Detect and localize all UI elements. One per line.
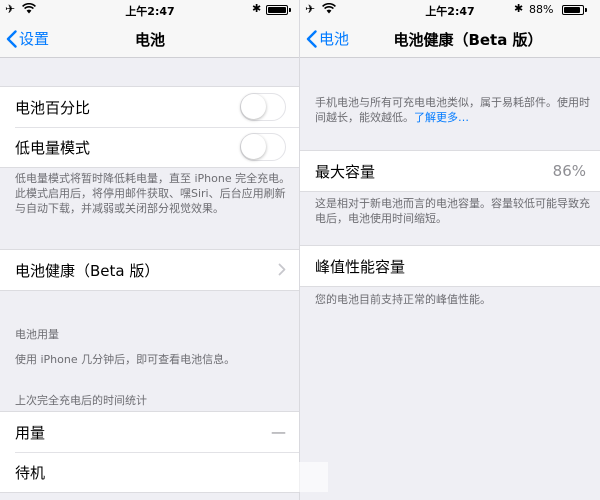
low-power-mode-toggle[interactable]: [240, 133, 286, 161]
battery-settings-screen: ✈ 上午2:47 ✱ 设置 电池 电池百分比 低电量模式 低电量模式将暂时降低耗…: [0, 0, 300, 500]
peak-performance-row: 峰值性能容量: [300, 246, 600, 286]
low-power-mode-row: 低电量模式: [0, 127, 300, 167]
navigation-bar: 电池 电池健康（Beta 版）: [300, 20, 600, 58]
bluetooth-icon: ✱: [252, 2, 262, 15]
max-capacity-row: 最大容量 86%: [300, 151, 600, 191]
usage-row: 用量 —: [0, 412, 300, 452]
max-capacity-group: 最大容量 86%: [300, 150, 600, 192]
battery-health-row[interactable]: 电池健康（Beta 版）: [0, 250, 300, 290]
watermark-overlay: [258, 462, 328, 492]
battery-health-group: 电池健康（Beta 版）: [0, 249, 300, 291]
battery-percentage: 88%: [529, 3, 554, 16]
peak-performance-label: 峰值性能容量: [315, 257, 406, 276]
toggle-knob: [241, 94, 266, 119]
status-bar: ✈ 上午2:47 ✱ 88%: [300, 0, 600, 20]
battery-icon: [266, 5, 291, 15]
peak-performance-description: 您的电池目前支持正常的峰值性能。: [315, 293, 491, 306]
chevron-left-icon: [306, 29, 317, 48]
battery-icon: [562, 5, 587, 15]
toggle-knob: [241, 134, 266, 159]
battery-health-intro: 手机电池与所有可充电电池类似，属于易耗部件。使用时间越长，能效越低。了解更多…: [315, 95, 591, 125]
peak-performance-group: 峰值性能容量: [300, 245, 600, 287]
battery-health-screen: ✈ 上午2:47 ✱ 88% 电池 电池健康（Beta 版） 手机电池与所有可充…: [300, 0, 600, 500]
since-charge-header: 上次完全充电后的时间统计: [15, 394, 147, 407]
usage-label: 用量: [15, 423, 46, 442]
status-time: 上午2:47: [425, 5, 475, 18]
standby-row: 待机: [0, 452, 300, 492]
usage-value: —: [271, 423, 286, 441]
bluetooth-icon: ✱: [514, 2, 524, 15]
page-title: 电池: [134, 31, 165, 49]
navigation-bar: 设置 电池: [0, 20, 300, 58]
page-title: 电池健康（Beta 版）: [393, 31, 543, 49]
battery-usage-header: 电池用量: [15, 328, 59, 341]
battery-usage-note: 使用 iPhone 几分钟后，即可查看电池信息。: [15, 353, 236, 366]
toggle-group: 电池百分比 低电量模式: [0, 86, 300, 168]
battery-percentage-row: 电池百分比: [0, 87, 300, 127]
status-bar: ✈ 上午2:47 ✱: [0, 0, 300, 20]
learn-more-link[interactable]: 了解更多…: [414, 111, 469, 124]
chevron-right-icon: [278, 263, 286, 276]
battery-percentage-toggle[interactable]: [240, 93, 286, 121]
max-capacity-value: 86%: [552, 162, 586, 180]
usage-stats-group: 用量 — 待机: [0, 411, 300, 493]
battery-health-label: 电池健康（Beta 版）: [15, 261, 160, 280]
low-power-mode-description: 低电量模式将暂时降低耗电量，直至 iPhone 完全充电。此模式启用后，将停用邮…: [15, 172, 291, 215]
max-capacity-description: 这是相对于新电池而言的电池容量。容量较低可能导致充电后，电池使用时间缩短。: [315, 197, 590, 225]
